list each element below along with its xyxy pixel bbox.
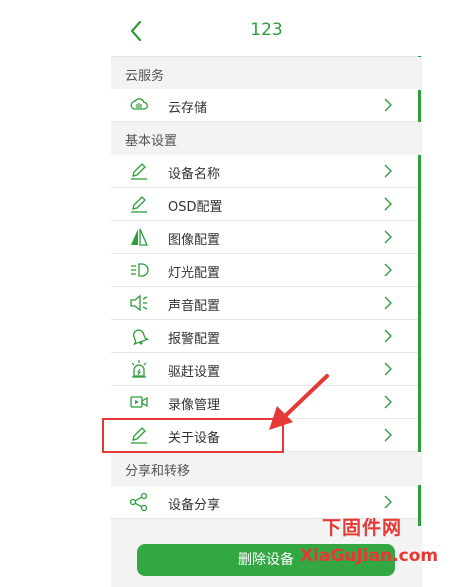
settings-item-sound-config[interactable]: 声音配置 [111,287,418,320]
phone-screen: 123 云服务 云存储 基本设置 设备名称 OSD配置 图像配置 灯光配置 声音… [111,0,422,587]
status-bar [111,0,422,8]
settings-item-label: 图像配置 [168,233,221,248]
settings-item-cloud-storage[interactable]: 云存储 [111,89,418,122]
video-icon [130,396,148,408]
settings-item-label: 录像管理 [168,398,221,413]
chevron-right-icon [384,98,392,112]
settings-item-label: 声音配置 [168,299,221,314]
image-triangle-icon [131,228,148,246]
chevron-right-icon [384,362,392,376]
section-title: 基本设置 [125,134,178,149]
section-header-basic: 基本设置 [111,122,422,155]
settings-item-label: OSD配置 [168,200,223,215]
settings-item-device-name[interactable]: 设备名称 [111,155,418,188]
share-icon [129,492,148,512]
settings-item-label: 设备分享 [168,498,221,513]
chevron-right-icon [384,495,392,509]
cloud-storage-icon [130,98,148,110]
red-arrow-icon [269,374,329,430]
pencil-icon [131,163,147,180]
section-header-share: 分享和转移 [111,452,422,485]
settings-item-label: 灯光配置 [168,266,221,281]
app-header: 123 [111,8,422,57]
page-title: 123 [250,20,283,40]
settings-item-osd-config[interactable]: OSD配置 [111,188,418,221]
chevron-right-icon [384,428,392,442]
chevron-right-icon [384,164,392,178]
settings-item-alarm-config[interactable]: 报警配置 [111,320,418,353]
section-title: 云服务 [125,69,165,84]
section-header-cloud: 云服务 [111,57,422,90]
watermark-text: 下固件网 [322,517,403,539]
chevron-right-icon [384,329,392,343]
settings-item-label: 设备名称 [168,167,221,182]
alarm-light-icon [131,360,147,378]
highlight-box [102,418,284,453]
watermark-url: XiaGuJian.com [300,546,439,566]
settings-item-light-config[interactable]: 灯光配置 [111,254,418,287]
chevron-right-icon [384,263,392,277]
settings-item-label: 驱赶设置 [168,365,221,380]
bell-icon [133,329,149,346]
settings-item-label: 云存储 [168,101,208,116]
settings-item-image-config[interactable]: 图像配置 [111,221,418,254]
light-icon [131,263,149,277]
pencil-icon [131,196,147,213]
chevron-right-icon [384,395,392,409]
settings-item-label: 报警配置 [168,332,221,347]
chevron-right-icon [384,230,392,244]
chevron-right-icon [384,296,392,310]
section-title: 分享和转移 [125,464,191,479]
speaker-icon [130,294,148,312]
chevron-right-icon [384,197,392,211]
